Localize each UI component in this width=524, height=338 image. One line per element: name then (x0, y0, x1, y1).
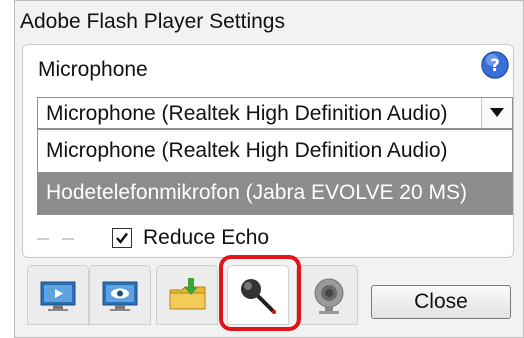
reduce-echo-label: Reduce Echo (143, 226, 270, 249)
chevron-down-icon[interactable] (481, 98, 512, 128)
microphone-select-value: Microphone (Realtek High Definition Audi… (46, 102, 448, 125)
section-title: Microphone (38, 58, 148, 81)
window-title: Adobe Flash Player Settings (20, 10, 285, 33)
local-storage-icon (169, 278, 206, 310)
tab-camera[interactable] (296, 265, 358, 325)
close-button[interactable]: Close (371, 285, 511, 319)
microphone-dropdown-list: Microphone (Realtek High Definition Audi… (37, 129, 513, 215)
svg-text:?: ? (490, 56, 500, 76)
microphone-option-highlighted[interactable]: Hodetelefonmikrofon (Jabra EVOLVE 20 MS) (38, 172, 512, 214)
divider (37, 238, 49, 240)
help-icon[interactable]: ? (480, 50, 510, 80)
tab-display[interactable] (27, 265, 89, 325)
tab-local-storage[interactable] (156, 265, 218, 325)
reduce-echo-checkbox[interactable] (112, 228, 132, 248)
tab-privacy[interactable] (89, 265, 151, 325)
microphone-select[interactable]: Microphone (Realtek High Definition Audi… (37, 97, 513, 129)
microphone-option[interactable]: Microphone (Realtek High Definition Audi… (38, 130, 512, 172)
webcam-icon (314, 278, 344, 314)
privacy-eye-icon (102, 281, 138, 311)
microphone-tab-highlight (219, 255, 301, 331)
checkmark-icon (116, 232, 128, 244)
divider (62, 238, 74, 240)
display-icon (40, 281, 76, 311)
